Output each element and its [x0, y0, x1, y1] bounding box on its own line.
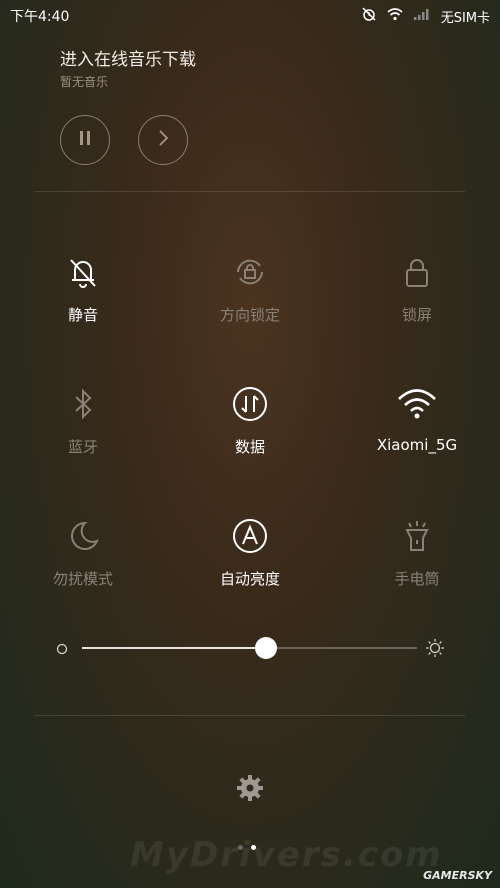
toggle-rotation-lock[interactable]: 方向锁定	[180, 250, 320, 325]
toggle-label: 蓝牙	[67, 438, 98, 456]
pause-icon	[77, 129, 93, 151]
signal-icon	[413, 7, 431, 25]
bluetooth-icon	[61, 382, 105, 426]
wifi-icon	[395, 382, 439, 426]
lock-icon	[395, 250, 439, 294]
toggle-label: 自动亮度	[219, 570, 280, 588]
pause-button[interactable]	[60, 115, 110, 165]
music-subtitle: 暂无音乐	[60, 75, 109, 89]
toggle-label: 手电筒	[394, 570, 440, 588]
brightness-track[interactable]	[82, 637, 417, 659]
mobile-data-icon	[228, 382, 272, 426]
status-icons: 无SIM卡	[361, 6, 490, 26]
status-bar: 下午4:40 无SIM卡	[0, 0, 500, 30]
toggle-mute[interactable]: 静音	[13, 250, 153, 325]
toggle-label: 数据	[234, 438, 265, 456]
toggle-auto-brightness[interactable]: 自动亮度	[180, 514, 320, 589]
brightness-thumb[interactable]	[255, 637, 278, 659]
auto-brightness-icon	[228, 514, 272, 558]
toggle-label: 锁屏	[401, 306, 432, 324]
brightness-slider[interactable]	[55, 633, 445, 663]
settings-button[interactable]	[235, 773, 265, 803]
toggle-label: Xiaomi_5G	[376, 436, 458, 454]
next-button[interactable]	[138, 115, 188, 165]
wifi-icon	[387, 7, 403, 25]
toggle-bluetooth[interactable]: 蓝牙	[13, 382, 153, 457]
divider-top	[35, 191, 465, 192]
toggle-label: 勿扰模式	[52, 570, 113, 588]
alarm-off-icon	[361, 6, 377, 26]
music-title[interactable]: 进入在线音乐下载	[60, 45, 196, 70]
gear-icon	[235, 775, 265, 807]
toggle-lock-screen[interactable]: 锁屏	[347, 250, 487, 325]
toggle-label: 方向锁定	[219, 306, 280, 324]
toggle-do-not-disturb[interactable]: 勿扰模式	[13, 514, 153, 589]
brightness-fill	[82, 647, 267, 649]
watermark: MyDrivers.com	[130, 835, 443, 875]
brightness-low-icon	[55, 641, 69, 660]
sim-status: 无SIM卡	[440, 10, 490, 26]
toggle-wifi[interactable]: Xiaomi_5G	[347, 382, 487, 454]
toggle-mobile-data[interactable]: 数据	[180, 382, 320, 457]
mute-icon	[61, 250, 105, 294]
flashlight-icon	[395, 514, 439, 558]
divider-bottom	[35, 715, 465, 716]
rotation-lock-icon	[228, 250, 272, 294]
toggle-label: 静音	[67, 306, 98, 324]
brand-logo: GAMERSKY	[423, 869, 492, 882]
moon-icon	[61, 514, 105, 558]
status-time: 下午4:40	[10, 9, 70, 25]
toggle-flashlight[interactable]: 手电筒	[347, 514, 487, 589]
next-icon	[155, 129, 171, 151]
brightness-high-icon	[425, 638, 445, 662]
